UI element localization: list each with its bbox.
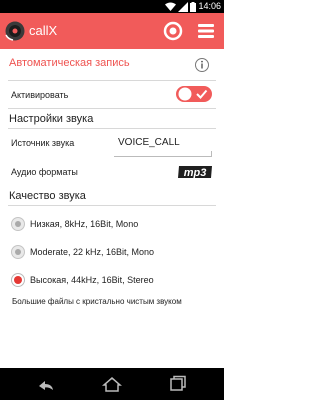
app-title: callX [29,23,58,38]
callx-logo-icon [5,21,25,41]
quality-moderate-label: Moderate, 22 kHz, 16Bit, Mono [30,247,155,257]
quality-low-label: Низкая, 8kHz, 16Bit, Mono [30,219,139,229]
radio-quality-low[interactable] [11,217,25,231]
menu-button[interactable] [197,22,215,40]
recents-icon[interactable] [168,374,188,394]
record-button[interactable] [163,21,183,41]
status-bar: 14:06 [0,0,224,13]
status-icons [165,1,196,12]
activate-label: Активировать [11,90,69,100]
svg-text:mp3: mp3 [184,167,207,179]
auto-record-header: Автоматическая запись [9,57,130,69]
wifi-icon [165,2,176,11]
quality-high-label: Высокая, 44kHz, 16Bit, Stereo [30,275,154,285]
quality-note: Большие файлы с кристально чистым звуком [12,297,182,306]
format-label: Аудио форматы [11,167,78,177]
back-icon[interactable] [36,374,56,394]
divider [8,80,216,81]
source-label: Источник звука [11,138,75,148]
activate-toggle[interactable] [176,85,212,103]
divider [8,108,216,109]
signal-icon [178,1,188,12]
battery-icon [190,1,196,12]
sound-settings-title: Настройки звука [9,113,94,125]
radio-quality-high[interactable] [11,273,25,287]
app-bar: callX [0,13,224,49]
sound-quality-title: Качество звука [9,190,86,202]
source-dropdown[interactable]: VOICE_CALL [118,137,180,148]
mp3-icon[interactable]: mp3 [176,163,214,181]
home-icon[interactable] [102,374,122,394]
status-time: 14:06 [198,1,221,11]
source-dropdown-underline [114,151,212,157]
divider [8,128,216,129]
info-icon[interactable] [194,57,210,73]
divider [8,205,216,206]
nav-bar [0,368,224,400]
radio-quality-moderate[interactable] [11,245,25,259]
